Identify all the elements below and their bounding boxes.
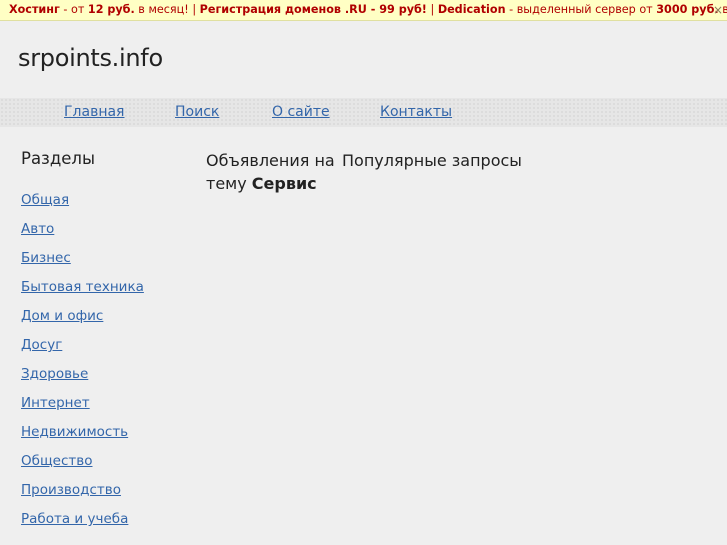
sidebar-item-health[interactable]: Здоровье xyxy=(21,366,88,382)
ad-hosting-price: 12 руб. xyxy=(87,3,135,16)
ad-separator: | xyxy=(188,3,200,16)
ad-bar-text: Хостинг - от 12 руб. в месяц! | Регистра… xyxy=(9,0,727,20)
ads-heading-line2: тему Сервис xyxy=(206,172,335,195)
ads-heading-line1: Объявления на xyxy=(206,151,335,170)
sidebar-item-home-office[interactable]: Дом и офис xyxy=(21,308,103,324)
sidebar-item-internet[interactable]: Интернет xyxy=(21,395,90,411)
ad-hosting-link[interactable]: Хостинг xyxy=(9,3,60,16)
sidebar-heading: Разделы xyxy=(21,149,95,168)
nav-item-contacts[interactable]: Контакты xyxy=(380,104,452,120)
site-title: srpoints.info xyxy=(18,44,163,72)
ad-dedication-text-a: - выделенный сервер от xyxy=(505,3,657,16)
sidebar-item-auto[interactable]: Авто xyxy=(21,221,54,237)
ad-hosting-text-a: - от xyxy=(59,3,88,16)
nav-item-about[interactable]: О сайте xyxy=(272,104,330,120)
sidebar-item-real-estate[interactable]: Недвижимость xyxy=(21,424,128,440)
sidebar-item-general[interactable]: Общая xyxy=(21,192,69,208)
nav-item-home[interactable]: Главная xyxy=(64,104,124,120)
ads-topic: Сервис xyxy=(251,174,317,193)
nav-item-search[interactable]: Поиск xyxy=(175,104,219,120)
ad-separator: | xyxy=(426,3,438,16)
ad-dedication-price: 3000 руб. xyxy=(656,3,719,16)
close-icon[interactable]: × xyxy=(713,0,723,20)
ad-dedication-link[interactable]: Dedication xyxy=(438,3,506,16)
popular-queries-heading: Популярные запросы xyxy=(342,151,522,170)
sidebar-item-society[interactable]: Общество xyxy=(21,453,92,469)
sidebar-item-work-study[interactable]: Работа и учеба xyxy=(21,511,128,527)
ads-heading-prefix: тему xyxy=(206,174,252,193)
ad-domains-link[interactable]: Регистрация доменов .RU - 99 руб! xyxy=(200,3,427,16)
ads-heading: Объявления на тему Сервис xyxy=(206,149,335,195)
sidebar-item-appliances[interactable]: Бытовая техника xyxy=(21,279,144,295)
sidebar-item-production[interactable]: Производство xyxy=(21,482,121,498)
nav-bar: Главная Поиск О сайте Контакты xyxy=(0,98,727,127)
sidebar-item-business[interactable]: Бизнес xyxy=(21,250,71,266)
sidebar-item-leisure[interactable]: Досуг xyxy=(21,337,62,353)
ad-bar: Хостинг - от 12 руб. в месяц! | Регистра… xyxy=(0,0,727,21)
ad-hosting-text-b: в месяц! xyxy=(134,3,189,16)
